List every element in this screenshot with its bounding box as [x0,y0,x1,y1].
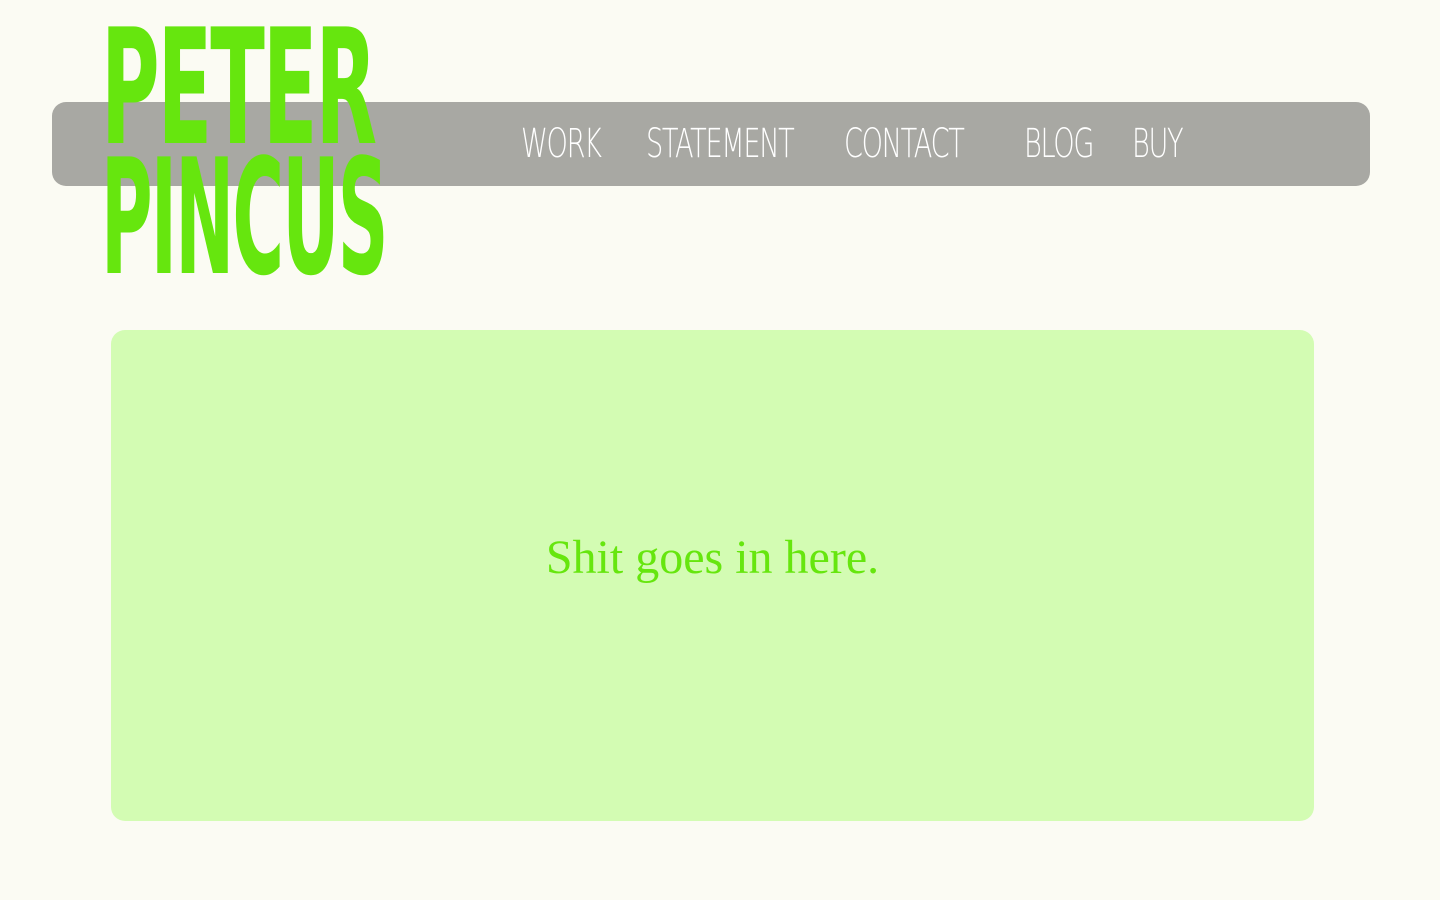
nav-link-buy[interactable]: BUY [1132,102,1184,186]
nav-link-contact[interactable]: CONTACT [844,102,965,186]
nav-link-work[interactable]: WORK [521,102,602,186]
logo-last-name: PINCUS [101,124,388,311]
nav-link-blog[interactable]: BLOG [1024,102,1094,186]
nav-link-statement[interactable]: STATEMENT [646,102,795,186]
placeholder-text: Shit goes in here. [545,531,880,584]
main-content-panel: Shit goes in here. [111,330,1314,821]
